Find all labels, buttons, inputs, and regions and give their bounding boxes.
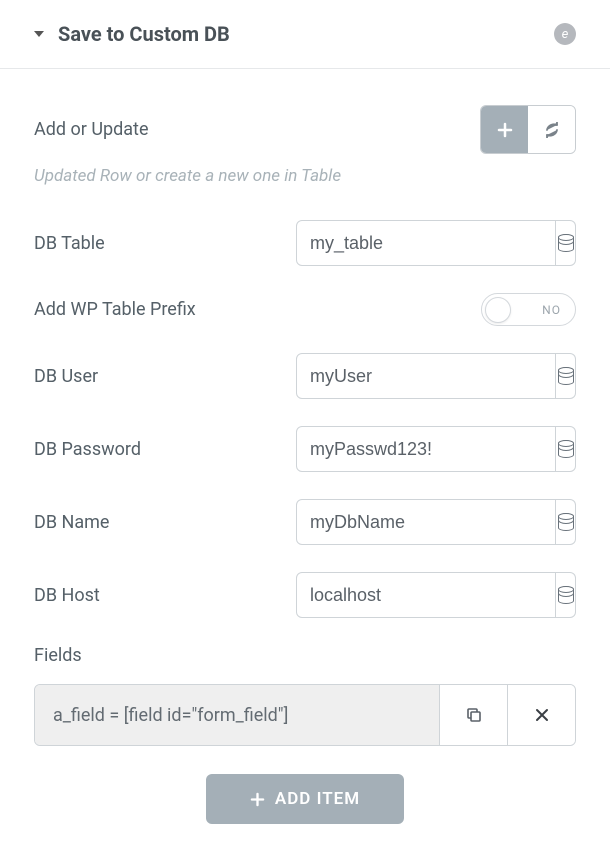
- mode-add-button[interactable]: [481, 106, 528, 153]
- mode-update-button[interactable]: [528, 106, 575, 153]
- prefix-label: Add WP Table Prefix: [34, 299, 196, 320]
- panel-body: Add or Update Updated Row or create a ne…: [0, 69, 610, 848]
- add-item-button[interactable]: ADD ITEM: [206, 774, 404, 824]
- db-name-label: DB Name: [34, 512, 109, 533]
- prefix-row: Add WP Table Prefix NO: [34, 293, 576, 326]
- duplicate-button[interactable]: [439, 685, 507, 745]
- db-password-group: [296, 426, 576, 472]
- prefix-switch[interactable]: NO: [481, 293, 576, 326]
- db-table-input[interactable]: [296, 220, 556, 266]
- close-icon: [534, 707, 550, 723]
- mode-row: Add or Update: [34, 105, 576, 154]
- db-host-label: DB Host: [34, 585, 100, 606]
- plus-icon: [250, 792, 265, 807]
- db-password-picker[interactable]: [556, 426, 576, 472]
- field-item: a_field = [field id="form_field"]: [34, 684, 576, 746]
- collapse-icon[interactable]: [34, 31, 44, 37]
- db-table-picker[interactable]: [556, 220, 576, 266]
- logo-badge: e: [554, 23, 576, 45]
- add-item-label: ADD ITEM: [275, 789, 360, 809]
- db-password-input[interactable]: [296, 426, 556, 472]
- db-user-picker[interactable]: [556, 353, 576, 399]
- logo-letter: e: [562, 27, 569, 42]
- panel-title: Save to Custom DB: [58, 22, 230, 46]
- db-host-picker[interactable]: [556, 572, 576, 618]
- database-icon: [558, 586, 574, 604]
- fields-section-label: Fields: [34, 645, 576, 666]
- db-password-label: DB Password: [34, 439, 141, 460]
- database-icon: [558, 440, 574, 458]
- db-user-label: DB User: [34, 366, 98, 387]
- db-name-input[interactable]: [296, 499, 556, 545]
- plus-icon: [497, 122, 513, 138]
- db-table-row: DB Table: [34, 220, 576, 266]
- db-password-row: DB Password: [34, 426, 576, 472]
- sync-icon: [544, 122, 560, 138]
- mode-label: Add or Update: [34, 119, 149, 140]
- mode-helper-text: Updated Row or create a new one in Table: [34, 166, 576, 186]
- copy-icon: [465, 706, 483, 724]
- database-icon: [558, 234, 574, 252]
- db-name-picker[interactable]: [556, 499, 576, 545]
- panel-header: Save to Custom DB e: [0, 0, 610, 69]
- db-host-input[interactable]: [296, 572, 556, 618]
- db-table-label: DB Table: [34, 233, 105, 254]
- db-user-row: DB User: [34, 353, 576, 399]
- db-user-input[interactable]: [296, 353, 556, 399]
- field-item-text[interactable]: a_field = [field id="form_field"]: [35, 685, 439, 745]
- database-icon: [558, 513, 574, 531]
- header-left: Save to Custom DB: [34, 22, 230, 46]
- db-table-group: [296, 220, 576, 266]
- switch-knob: [485, 297, 511, 323]
- db-name-row: DB Name: [34, 499, 576, 545]
- db-host-group: [296, 572, 576, 618]
- db-host-row: DB Host: [34, 572, 576, 618]
- mode-segmented: [480, 105, 576, 154]
- db-name-group: [296, 499, 576, 545]
- remove-button[interactable]: [507, 685, 575, 745]
- switch-state: NO: [542, 303, 561, 317]
- database-icon: [558, 367, 574, 385]
- db-user-group: [296, 353, 576, 399]
